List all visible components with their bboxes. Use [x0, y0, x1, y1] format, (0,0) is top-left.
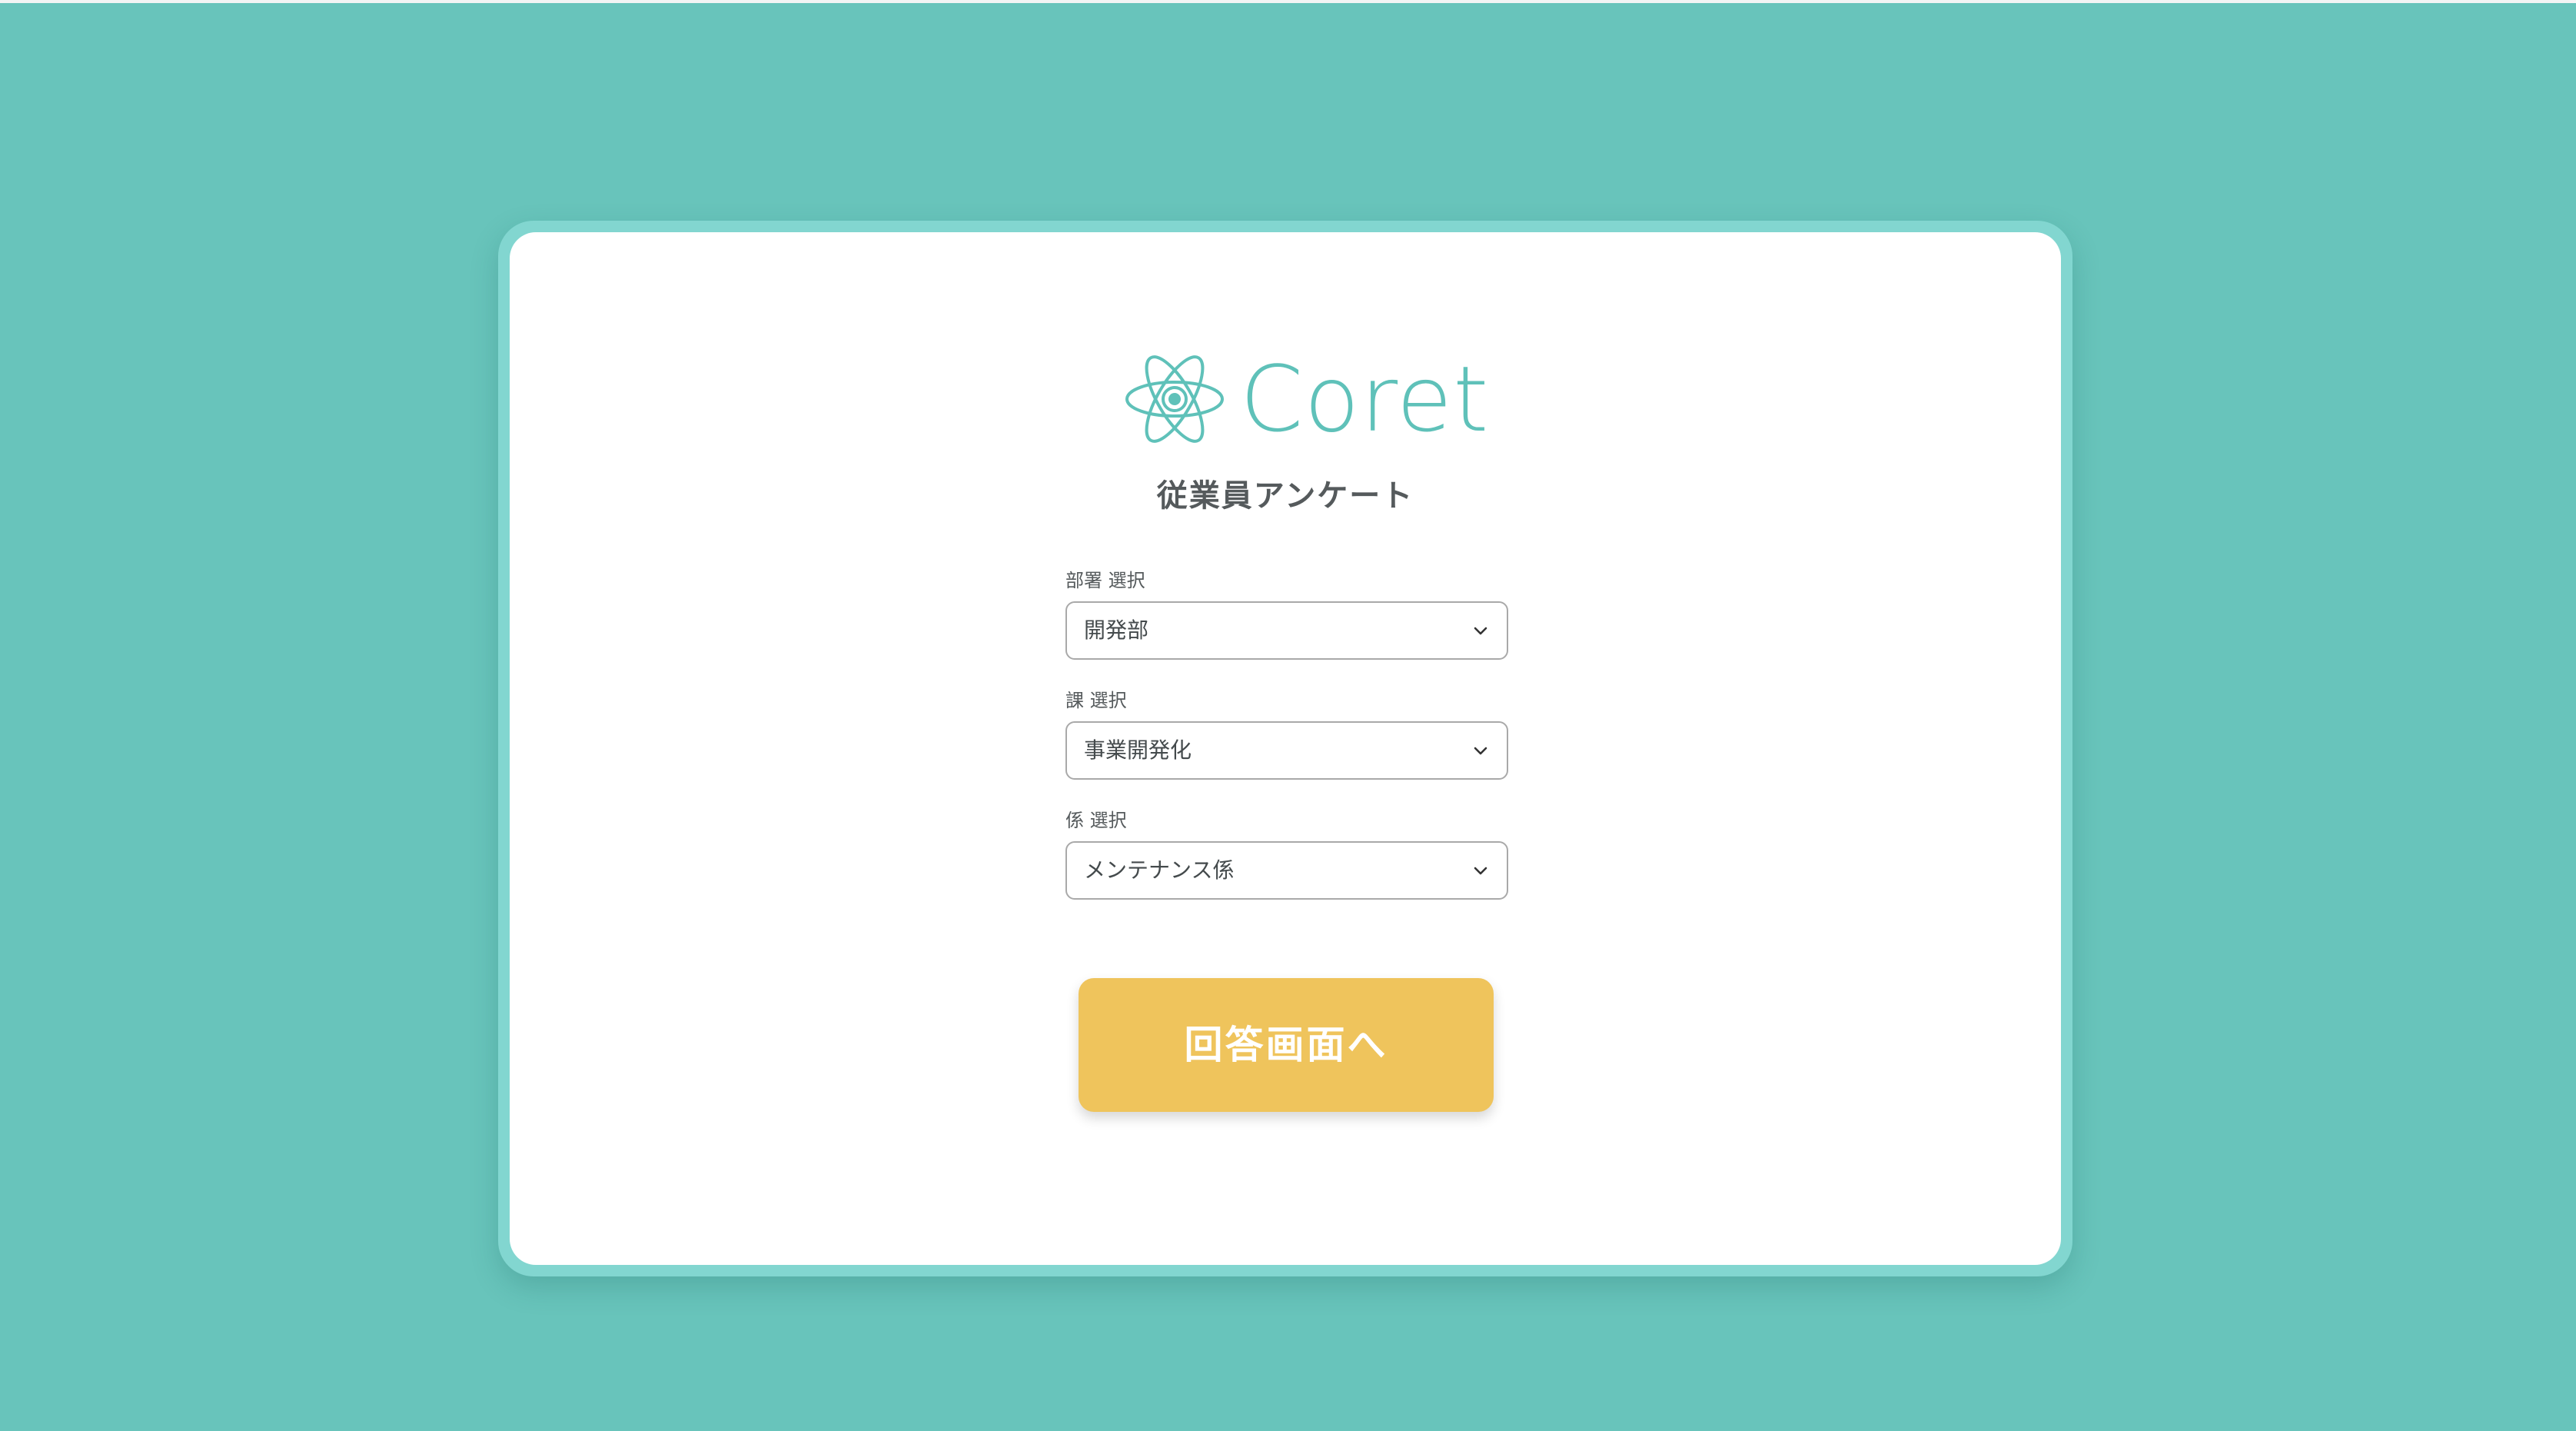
- team-select[interactable]: メンテナンス係: [1065, 841, 1508, 900]
- window-top-edge: [0, 0, 2576, 3]
- chevron-down-icon: [1474, 627, 1487, 635]
- team-selected-value: メンテナンス係: [1084, 857, 1235, 883]
- atom-icon: [1125, 355, 1224, 443]
- department-label: 部署 選択: [1065, 570, 1145, 591]
- card-frame: Coret 従業員アンケート 部署 選択 開発部 課 選択 事業開発化 係 選択: [498, 221, 2072, 1276]
- section-selected-value: 事業開発化: [1084, 737, 1192, 763]
- section-label: 課 選択: [1065, 690, 1127, 711]
- brand-logo: Coret: [1125, 341, 1488, 457]
- chevron-down-icon: [1474, 867, 1487, 875]
- department-select[interactable]: 開発部: [1065, 601, 1508, 660]
- chevron-down-icon: [1474, 747, 1487, 755]
- section-select[interactable]: 事業開発化: [1065, 721, 1508, 780]
- department-selected-value: 開発部: [1084, 617, 1149, 643]
- go-to-answer-button[interactable]: 回答画面へ: [1079, 978, 1494, 1112]
- page-title: 従業員アンケート: [1156, 478, 1414, 514]
- team-label: 係 選択: [1065, 810, 1127, 831]
- survey-card: Coret 従業員アンケート 部署 選択 開発部 課 選択 事業開発化 係 選択: [510, 232, 2061, 1265]
- team-field: 係 選択 メンテナンス係: [1065, 807, 1508, 900]
- section-field: 課 選択 事業開発化: [1065, 687, 1508, 780]
- department-field: 部署 選択 開発部: [1065, 567, 1508, 660]
- brand-name: Coret: [1240, 346, 1490, 452]
